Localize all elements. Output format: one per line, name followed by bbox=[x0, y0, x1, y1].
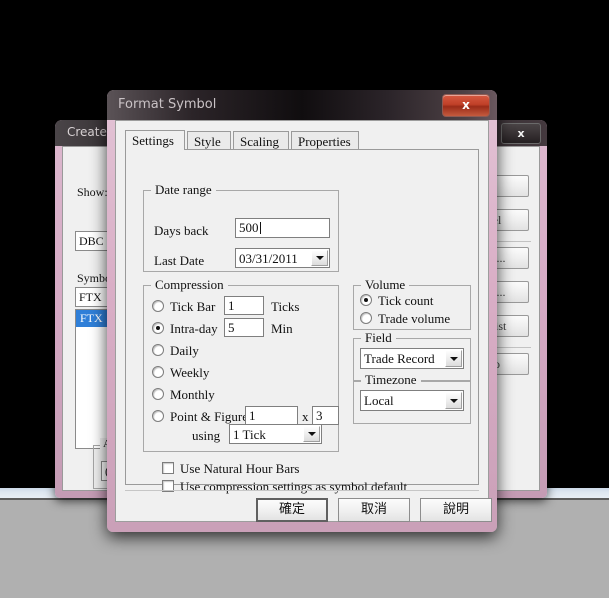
radio-intra-day[interactable] bbox=[152, 322, 164, 334]
tick-bar-unit-label: Ticks bbox=[271, 299, 300, 314]
timezone-value: Local bbox=[364, 393, 394, 408]
intra-day-value-input[interactable]: 5 bbox=[224, 318, 264, 337]
tab-strip[interactable]: Settings Style Scaling Properties bbox=[125, 130, 479, 150]
radio-tick-count-label: Tick count bbox=[378, 293, 434, 308]
dialog-titlebar[interactable]: Format Symbol x bbox=[107, 90, 497, 120]
radio-tick-bar[interactable] bbox=[152, 300, 164, 312]
radio-monthly-label: Monthly bbox=[170, 387, 215, 402]
radio-point-and-figure[interactable] bbox=[152, 410, 164, 422]
using-dropdown-button[interactable] bbox=[303, 426, 320, 442]
radio-tick-count[interactable] bbox=[360, 294, 372, 306]
compression-group-title: Compression bbox=[151, 278, 228, 292]
tab-style[interactable]: Style bbox=[187, 131, 231, 150]
point-figure-separator-label: x bbox=[302, 409, 309, 424]
background-window-close-button[interactable]: x bbox=[501, 123, 541, 144]
days-back-label: Days back bbox=[154, 223, 209, 238]
chevron-down-icon bbox=[449, 398, 458, 403]
dialog-client-area: Settings Style Scaling Properties Date r… bbox=[115, 120, 492, 522]
timezone-combo[interactable]: Local bbox=[360, 390, 464, 411]
radio-tick-bar-label: Tick Bar bbox=[170, 299, 216, 314]
tab-settings[interactable]: Settings bbox=[125, 130, 185, 150]
radio-weekly[interactable] bbox=[152, 366, 164, 378]
radio-weekly-label: Weekly bbox=[170, 365, 210, 380]
help-button[interactable]: 說明 bbox=[420, 498, 492, 522]
last-date-label: Last Date bbox=[154, 253, 205, 268]
settings-panel: Date range Days back 500 Last Date 03/31… bbox=[125, 150, 479, 494]
field-group-title: Field bbox=[361, 331, 396, 345]
days-back-input[interactable]: 500 bbox=[235, 218, 330, 238]
show-label: Show: bbox=[77, 185, 108, 199]
checkbox-compression-default-label: Use compression settings as symbol defau… bbox=[180, 479, 408, 494]
last-date-combo[interactable]: 03/31/2011 bbox=[235, 248, 330, 268]
field-combo[interactable]: Trade Record bbox=[360, 348, 464, 369]
checkbox-natural-hour-bars-label: Use Natural Hour Bars bbox=[180, 461, 300, 476]
format-symbol-dialog[interactable]: Format Symbol x Settings Style Scaling P… bbox=[107, 90, 497, 532]
dialog-close-button[interactable]: x bbox=[442, 94, 490, 117]
intra-day-unit-label: Min bbox=[271, 321, 293, 336]
ok-button[interactable]: 確定 bbox=[256, 498, 328, 522]
radio-daily[interactable] bbox=[152, 344, 164, 356]
chevron-down-icon bbox=[315, 256, 324, 260]
cancel-button[interactable]: 取消 bbox=[338, 498, 410, 522]
using-label: using bbox=[192, 428, 221, 443]
chevron-down-icon bbox=[307, 432, 316, 436]
bottom-divider bbox=[125, 490, 479, 491]
point-figure-box-size-input[interactable]: 1 bbox=[245, 406, 298, 425]
timezone-dropdown-button[interactable] bbox=[445, 392, 462, 409]
radio-trade-volume[interactable] bbox=[360, 312, 372, 324]
field-dropdown-button[interactable] bbox=[445, 350, 462, 367]
volume-group-title: Volume bbox=[361, 278, 410, 292]
radio-point-and-figure-label: Point & Figure bbox=[170, 409, 249, 424]
chevron-down-icon bbox=[449, 356, 458, 361]
radio-intra-day-label: Intra-day bbox=[170, 321, 218, 336]
last-date-value: 03/31/2011 bbox=[239, 251, 298, 266]
radio-daily-label: Daily bbox=[170, 343, 199, 358]
tab-properties[interactable]: Properties bbox=[291, 131, 359, 150]
checkbox-natural-hour-bars[interactable] bbox=[162, 462, 174, 474]
radio-trade-volume-label: Trade volume bbox=[378, 311, 451, 326]
field-value: Trade Record bbox=[364, 351, 435, 366]
date-range-group-title: Date range bbox=[151, 183, 216, 197]
using-value: 1 Tick bbox=[233, 427, 266, 442]
timezone-group-title: Timezone bbox=[361, 373, 421, 387]
screen: Create C x Show: DBC 0 Symbol FTX FTX An… bbox=[0, 0, 609, 598]
tab-scaling[interactable]: Scaling bbox=[233, 131, 289, 150]
point-figure-reversal-input[interactable]: 3 bbox=[312, 406, 339, 425]
using-combo[interactable]: 1 Tick bbox=[229, 424, 322, 444]
last-date-dropdown-button[interactable] bbox=[311, 250, 328, 266]
dialog-title: Format Symbol bbox=[118, 97, 217, 112]
radio-monthly[interactable] bbox=[152, 388, 164, 400]
tick-bar-value-input[interactable]: 1 bbox=[224, 296, 264, 315]
